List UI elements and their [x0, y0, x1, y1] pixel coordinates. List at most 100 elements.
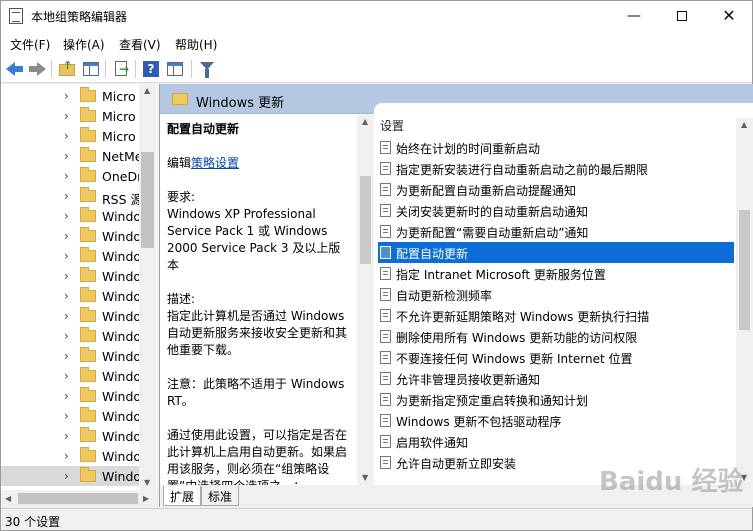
tree-item[interactable]: › Windo — [1, 326, 141, 346]
close-button[interactable]: ✕ — [706, 1, 752, 31]
expand-chevron-icon[interactable]: › — [64, 449, 69, 463]
scroll-left-arrow-icon[interactable]: ◀ — [5, 494, 11, 503]
setting-row[interactable]: 为更新配置“需要自动重新启动”通知 — [378, 221, 734, 242]
expand-chevron-icon[interactable]: › — [64, 189, 69, 203]
setting-row[interactable]: 指定 Intranet Microsoft 更新服务位置 — [378, 263, 734, 284]
edit-policy-link[interactable]: 策略设置 — [191, 156, 239, 170]
tree-item[interactable]: › Windo — [1, 246, 141, 266]
tree-item-selected[interactable]: › Windo — [1, 466, 141, 486]
up-one-level-button[interactable]: ↑ — [57, 59, 77, 79]
baidu-jingyan-watermark: Baidu 经验 — [599, 467, 744, 497]
tab-standard[interactable]: 标准 — [201, 486, 240, 506]
menu-bar: 文件(F) 操作(A) 查看(V) 帮助(H) — [1, 31, 752, 55]
tree-item[interactable]: › Windo — [1, 426, 141, 446]
tree-item[interactable]: › NetMe — [1, 146, 142, 166]
tree-scroll-thumb[interactable] — [141, 152, 154, 248]
expand-chevron-icon[interactable]: › — [64, 289, 69, 303]
expand-chevron-icon[interactable]: › — [64, 349, 69, 363]
expand-chevron-icon[interactable]: › — [64, 249, 69, 263]
setting-row[interactable]: 指定更新安装进行自动重新启动之前的最后期限 — [378, 158, 734, 179]
title-bar[interactable]: 本地组策略编辑器 — ✕ — [1, 1, 752, 31]
status-text: 30 个设置 — [5, 515, 61, 529]
tree-item[interactable]: › Windo — [1, 306, 141, 326]
filter-button[interactable] — [197, 59, 217, 79]
expand-chevron-icon[interactable]: › — [64, 149, 69, 163]
setting-row[interactable]: 不允许更新延期策略对 Windows 更新执行扫描 — [378, 305, 734, 326]
expand-chevron-icon[interactable]: › — [64, 269, 69, 283]
settings-scroll-thumb[interactable] — [739, 210, 750, 330]
expand-chevron-icon[interactable]: › — [64, 169, 69, 183]
tree-item[interactable]: › Windo — [1, 366, 141, 386]
scroll-up-arrow-icon[interactable]: ▲ — [144, 86, 150, 95]
expand-chevron-icon[interactable]: › — [64, 89, 69, 103]
settings-scrollbar[interactable]: ▲ ▼ — [736, 118, 753, 485]
expand-chevron-icon[interactable]: › — [64, 229, 69, 243]
setting-row[interactable]: 始终在计划的时间重新启动 — [378, 137, 734, 158]
tree-hscroll-thumb[interactable] — [18, 493, 138, 504]
setting-row[interactable]: Windows 更新不包括驱动程序 — [378, 410, 734, 431]
setting-row[interactable]: 关闭安装更新时的自动重新启动通知 — [378, 200, 734, 221]
forward-button[interactable] — [27, 59, 47, 79]
tree-horizontal-scrollbar[interactable]: ◀ ▶ — [1, 490, 157, 507]
menu-help[interactable]: 帮助(H) — [175, 36, 217, 53]
minimize-button[interactable]: — — [611, 1, 657, 31]
expand-chevron-icon[interactable]: › — [64, 389, 69, 403]
expand-chevron-icon[interactable]: › — [64, 309, 69, 323]
tree-item[interactable]: › Micro — [1, 126, 141, 146]
toolbar-separator — [105, 60, 106, 78]
policy-setting-icon — [380, 225, 391, 238]
expand-chevron-icon[interactable]: › — [64, 409, 69, 423]
maximize-button[interactable] — [659, 1, 705, 31]
menu-file[interactable]: 文件(F) — [10, 36, 50, 53]
menu-view[interactable]: 查看(V) — [119, 36, 161, 53]
back-button[interactable] — [5, 59, 25, 79]
description-scroll-thumb[interactable] — [360, 176, 371, 264]
extended-view-button[interactable] — [165, 59, 185, 79]
menu-action[interactable]: 操作(A) — [63, 36, 105, 53]
setting-row[interactable]: 启用软件通知 — [378, 431, 734, 452]
settings-column-header[interactable]: 设置 — [380, 117, 404, 134]
expand-chevron-icon[interactable]: › — [64, 369, 69, 383]
setting-row[interactable]: 允许非管理员接收更新通知 — [378, 368, 734, 389]
tree-item[interactable]: › Windo — [1, 406, 141, 426]
expand-chevron-icon[interactable]: › — [64, 329, 69, 343]
scroll-down-arrow-icon[interactable]: ▼ — [362, 473, 368, 482]
tab-extended[interactable]: 扩展 — [163, 486, 202, 506]
show-hide-console-tree-button[interactable] — [81, 59, 101, 79]
tree-item[interactable]: › Windo — [1, 446, 141, 466]
setting-label: 关闭安装更新时的自动重新启动通知 — [396, 205, 589, 219]
setting-row[interactable]: 删除使用所有 Windows 更新功能的访问权限 — [378, 326, 734, 347]
tree-item[interactable]: › Windo — [1, 386, 141, 406]
tree-vertical-scrollbar[interactable]: ▲ ▼ — [139, 84, 156, 490]
expand-chevron-icon[interactable]: › — [64, 429, 69, 443]
policy-setting-icon — [380, 456, 391, 469]
tree-item[interactable]: › Windo — [1, 346, 141, 366]
tree-item[interactable]: › OneDr — [1, 166, 142, 186]
setting-row[interactable]: 自动更新检测频率 — [378, 284, 734, 305]
setting-row[interactable]: 不要连接任何 Windows 更新 Internet 位置 — [378, 347, 734, 368]
expand-chevron-icon[interactable]: › — [64, 469, 69, 483]
expand-chevron-icon[interactable]: › — [64, 109, 69, 123]
tree-item[interactable]: › Windo — [1, 266, 141, 286]
help-button[interactable]: ? — [141, 59, 161, 79]
scroll-up-arrow-icon[interactable]: ▲ — [741, 120, 747, 129]
tree-item[interactable]: › Windo — [1, 286, 141, 306]
export-list-button[interactable]: → — [111, 59, 131, 79]
setting-row-selected[interactable]: 配置自动更新 — [378, 242, 734, 263]
usage-text: 通过使用此设置，可以指定是否在此计算机上启用自动更新。如果启用该服务，则必须在“… — [167, 428, 348, 485]
expand-chevron-icon[interactable]: › — [64, 129, 69, 143]
tree-item[interactable]: › Windo — [1, 226, 141, 246]
description-scrollbar[interactable]: ▲ ▼ — [357, 115, 374, 485]
scroll-up-arrow-icon[interactable]: ▲ — [362, 117, 368, 126]
tree-item[interactable]: › Micro — [1, 86, 141, 106]
tree-item[interactable]: › RSS 源 — [1, 186, 143, 207]
setting-row[interactable]: 为更新指定预定重启转换和通知计划 — [378, 389, 734, 410]
policy-setting-icon — [380, 330, 391, 343]
setting-row[interactable]: 为更新配置自动重新启动提醒通知 — [378, 179, 734, 200]
tree-item[interactable]: › Micro — [1, 106, 141, 126]
scroll-down-arrow-icon[interactable]: ▼ — [144, 478, 150, 487]
tree-item[interactable]: › Windo — [1, 206, 141, 226]
scroll-right-arrow-icon[interactable]: ▶ — [143, 494, 149, 503]
setting-label: 配置自动更新 — [396, 247, 469, 261]
expand-chevron-icon[interactable]: › — [64, 209, 69, 223]
